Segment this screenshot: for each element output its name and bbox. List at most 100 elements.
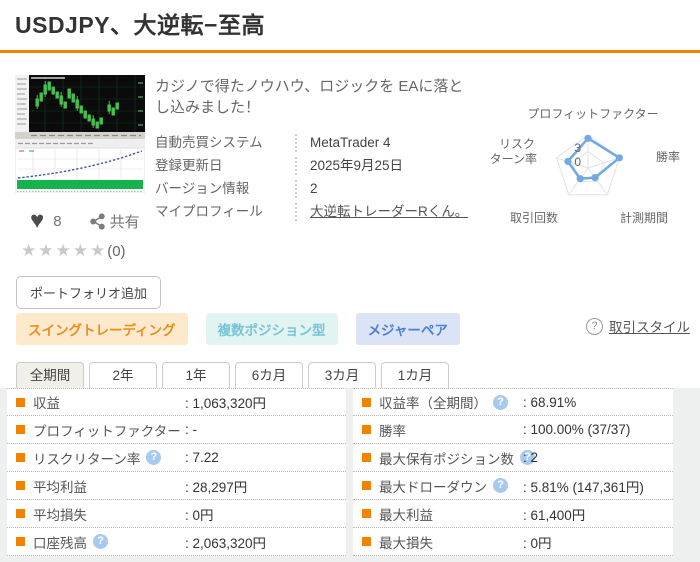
info-value: 2025年9月25日 <box>295 157 470 175</box>
period-tab[interactable]: 2年 <box>89 362 157 389</box>
period-tabs: 全期間 2年 1年 6カ月 3カ月 1カ月 <box>16 362 449 389</box>
trade-style-link[interactable]: ? 取引スタイル <box>586 316 690 336</box>
stat-row: 収益 : 1,063,320円 <box>7 388 346 416</box>
info-label: 自動売買システム <box>155 135 263 150</box>
stat-row: 収益率（全期間）? : 68.91% <box>353 388 673 416</box>
stat-row: プロフィットファクター : - <box>7 416 346 444</box>
info-value: MetaTrader 4 <box>295 134 470 152</box>
stat-label: 平均損失 <box>33 507 87 523</box>
help-icon[interactable]: ? <box>93 534 108 549</box>
bullet-icon <box>16 537 25 546</box>
radar-axis-label: リスク <box>499 137 535 151</box>
lots-bar <box>17 180 143 189</box>
stat-value: : 5.81% (147,361円) <box>523 479 644 495</box>
help-icon[interactable]: ? <box>493 394 508 410</box>
bullet-icon <box>362 537 371 546</box>
share-button[interactable]: 共有 <box>89 211 140 232</box>
style-tag[interactable]: メジャーペア <box>355 313 460 345</box>
period-tab[interactable]: 1カ月 <box>381 362 449 389</box>
bullet-icon <box>362 453 371 462</box>
stat-label: 最大損失 <box>379 535 433 551</box>
stat-row: 最大利益 : 61,400円 <box>353 500 673 528</box>
stat-row: 最大損失 : 0円 <box>353 528 673 556</box>
add-portfolio-button[interactable]: ポートフォリオ追加 <box>16 276 162 309</box>
stat-row: リスクリターン率? : 7.22 <box>7 444 346 472</box>
profile-link[interactable]: 大逆転トレーダーRくん。 <box>295 203 470 221</box>
stat-label: 最大利益 <box>379 507 433 523</box>
period-tab[interactable]: 全期間 <box>16 362 84 389</box>
radar-axis-label: 勝率 <box>656 149 680 164</box>
stat-row: 平均損失 : 0円 <box>7 500 346 528</box>
bullet-icon <box>362 481 371 490</box>
info-row: 登録更新日 2025年9月25日 <box>155 157 485 175</box>
stat-label: 勝率 <box>379 423 406 439</box>
stat-row: 口座残高? : 2,063,320円 <box>7 528 346 556</box>
radar-axis-label: プロフィットファクター <box>527 107 658 121</box>
stat-label: 平均利益 <box>33 479 87 495</box>
stat-value: : 68.91% <box>523 394 577 410</box>
bullet-icon <box>362 509 371 518</box>
stat-label: 最大保有ポジション数 <box>379 451 514 467</box>
share-label: 共有 <box>109 213 140 231</box>
radar-axis-label: 3 <box>574 141 581 155</box>
period-tab[interactable]: 3カ月 <box>308 362 376 389</box>
bullet-icon <box>16 453 25 462</box>
stat-value: : 28,297円 <box>185 479 248 495</box>
bullet-icon <box>16 481 25 490</box>
period-tab[interactable]: 1年 <box>162 362 230 389</box>
product-info-list: 自動売買システム MetaTrader 4 登録更新日 2025年9月25日 バ… <box>155 134 485 226</box>
help-icon[interactable]: ? <box>493 478 508 493</box>
stat-row: 最大保有ポジション数? : 2 <box>353 444 673 472</box>
bullet-icon <box>16 397 25 407</box>
stats-column-right: 収益率（全期間）? : 68.91% 勝率 : 100.00% (37/37) … <box>353 388 673 562</box>
stat-row: 平均利益 : 28,297円 <box>7 472 346 500</box>
trade-style-radar-chart: 30 プロフィットファクター勝率計測期間 取引回数 リスクターン率 <box>490 107 680 225</box>
radar-data-point <box>576 175 584 183</box>
radar-data-point <box>584 134 592 142</box>
bullet-icon <box>16 509 25 518</box>
style-tag[interactable]: スイングトレーディング <box>16 313 188 345</box>
period-tab[interactable]: 6カ月 <box>235 362 303 389</box>
like-heart-icon[interactable]: ♥ <box>30 209 44 233</box>
tags-row: スイングトレーディング 複数ポジション型 メジャーペア <box>16 313 460 345</box>
bullet-icon <box>16 425 25 434</box>
stat-value: : 61,400円 <box>523 507 586 523</box>
stats-panel: 収益 : 1,063,320円 プロフィットファクター : - リスクリターン率… <box>0 388 700 562</box>
product-thumbnail[interactable] <box>15 75 145 193</box>
radar-data-point <box>591 174 599 182</box>
stat-value: : - <box>185 422 197 437</box>
info-label: マイプロフィール <box>155 204 263 219</box>
stat-value: : 2 <box>523 450 539 465</box>
info-label: バージョン情報 <box>155 181 250 196</box>
radar-axis-label: 0 <box>574 155 581 169</box>
radar-axis-label: 計測期間 <box>620 210 668 225</box>
style-tag[interactable]: 複数ポジション型 <box>205 313 338 345</box>
stat-value: : 7.22 <box>185 450 219 465</box>
page-title: USDJPY、大逆転−至高 <box>15 12 265 38</box>
trade-style-label: 取引スタイル <box>609 320 690 335</box>
help-icon[interactable]: ? <box>146 450 162 465</box>
title-accent-rule <box>0 50 700 53</box>
question-icon: ? <box>586 317 603 335</box>
like-count: 8 <box>53 212 62 230</box>
stat-label: 最大ドローダウン <box>379 479 487 495</box>
stat-label: 収益 <box>33 396 60 411</box>
info-row: バージョン情報 2 <box>155 180 485 198</box>
stat-label: 口座残高 <box>33 535 87 551</box>
info-label: 登録更新日 <box>155 158 223 173</box>
rating-row[interactable]: ★★★★★(0) <box>21 241 126 261</box>
stat-label: リスクリターン率 <box>33 451 141 467</box>
bullet-icon <box>362 397 371 407</box>
radar-axis-label: ターン率 <box>490 151 537 166</box>
radar-axis-label: 取引回数 <box>510 210 558 225</box>
social-row: ♥ 8 共有 <box>30 209 140 233</box>
bullet-icon <box>362 425 371 434</box>
stat-row: 最大ドローダウン? : 5.81% (147,361円) <box>353 472 673 500</box>
stat-value: : 0円 <box>185 507 214 523</box>
stat-value: : 100.00% (37/37) <box>523 422 631 437</box>
stat-value: : 0円 <box>523 535 552 551</box>
info-row: マイプロフィール 大逆転トレーダーRくん。 <box>155 203 485 221</box>
stat-value: : 1,063,320円 <box>185 396 267 411</box>
info-row: 自動売買システム MetaTrader 4 <box>155 134 485 152</box>
rating-stars-icon: ★★★★★ <box>21 241 108 260</box>
